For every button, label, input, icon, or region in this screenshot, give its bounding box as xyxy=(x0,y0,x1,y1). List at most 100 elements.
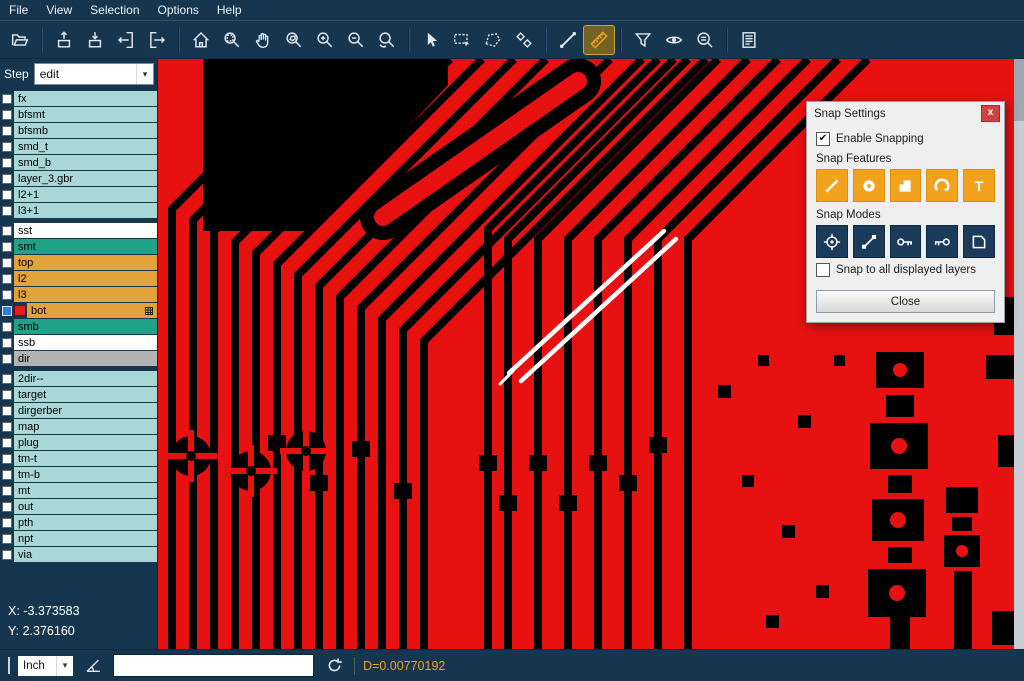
layer-row-sst[interactable]: sst xyxy=(0,223,157,238)
layer-row-top[interactable]: top xyxy=(0,255,157,270)
layer-visibility-checkbox[interactable] xyxy=(0,499,14,514)
menu-file[interactable]: File xyxy=(0,1,37,19)
layer-visibility-checkbox[interactable] xyxy=(0,387,14,402)
layer-row-via[interactable]: via xyxy=(0,547,157,562)
layer-visibility-checkbox[interactable] xyxy=(0,123,14,138)
layer-visibility-checkbox[interactable] xyxy=(0,303,14,318)
snap-mode-endpoint-button[interactable] xyxy=(853,225,885,258)
layer-visibility-checkbox[interactable] xyxy=(0,351,14,366)
layer-visibility-checkbox[interactable] xyxy=(0,187,14,202)
menu-selection[interactable]: Selection xyxy=(81,1,148,19)
layer-row-l2+1[interactable]: l2+1 xyxy=(0,187,157,202)
layer-visibility-checkbox[interactable] xyxy=(0,319,14,334)
layer-visibility-checkbox[interactable] xyxy=(0,171,14,186)
command-input[interactable] xyxy=(113,654,314,677)
enable-snapping-checkbox[interactable]: ✔ Enable Snapping xyxy=(816,132,995,146)
report-button[interactable] xyxy=(734,26,764,54)
zoom-in-button[interactable] xyxy=(310,26,340,54)
layer-visibility-checkbox[interactable] xyxy=(0,91,14,106)
import-layers-button[interactable] xyxy=(49,26,79,54)
angle-tool-button[interactable] xyxy=(81,654,105,678)
layer-row-plug[interactable]: plug xyxy=(0,435,157,450)
layer-row-dir[interactable]: dir xyxy=(0,351,157,366)
layer-row-bfsmt[interactable]: bfsmt xyxy=(0,107,157,122)
select-pointer-button[interactable] xyxy=(416,26,446,54)
select-multiple-button[interactable] xyxy=(509,26,539,54)
layer-visibility-checkbox[interactable] xyxy=(0,255,14,270)
zoom-previous-button[interactable] xyxy=(372,26,402,54)
snap-mode-slot-right-button[interactable] xyxy=(926,225,958,258)
layer-visibility-checkbox[interactable] xyxy=(0,287,14,302)
save-job-button[interactable] xyxy=(142,26,172,54)
zoom-out-button[interactable] xyxy=(341,26,371,54)
layer-visibility-checkbox[interactable] xyxy=(0,271,14,286)
gerber-canvas[interactable]: Snap Settings x ✔ Enable Snapping Snap F… xyxy=(158,59,1024,649)
layer-row-pth[interactable]: pth xyxy=(0,515,157,530)
layer-visibility-checkbox[interactable] xyxy=(0,203,14,218)
scrollbar-thumb[interactable] xyxy=(1014,59,1024,121)
layer-visibility-checkbox[interactable] xyxy=(0,335,14,350)
select-rectangle-button[interactable] xyxy=(447,26,477,54)
layer-row-dirgerber[interactable]: dirgerber xyxy=(0,403,157,418)
dialog-titlebar[interactable]: Snap Settings x xyxy=(807,102,1004,125)
snap-to-line-button[interactable] xyxy=(816,169,848,202)
layer-visibility-checkbox[interactable] xyxy=(0,107,14,122)
snap-mode-outline-button[interactable] xyxy=(963,225,995,258)
snap-all-layers-checkbox[interactable]: Snap to all displayed layers xyxy=(816,263,995,277)
layer-row-l3[interactable]: l3 xyxy=(0,287,157,302)
layer-row-target[interactable]: target xyxy=(0,387,157,402)
snap-to-corner-button[interactable] xyxy=(890,169,922,202)
load-job-button[interactable] xyxy=(111,26,141,54)
snap-to-text-button[interactable]: T xyxy=(963,169,995,202)
menu-view[interactable]: View xyxy=(37,1,81,19)
menu-help[interactable]: Help xyxy=(208,1,251,19)
layer-visibility-checkbox[interactable] xyxy=(0,403,14,418)
close-button[interactable]: Close xyxy=(816,290,995,313)
layer-visibility-checkbox[interactable] xyxy=(0,451,14,466)
step-select[interactable]: edit ▾ xyxy=(34,63,154,85)
layer-visibility-checkbox[interactable] xyxy=(0,139,14,154)
snap-to-pad-button[interactable] xyxy=(853,169,885,202)
vertical-scrollbar[interactable] xyxy=(1014,59,1024,649)
layer-row-npt[interactable]: npt xyxy=(0,531,157,546)
layer-row-smt[interactable]: smt xyxy=(0,239,157,254)
layer-visibility-checkbox[interactable] xyxy=(0,515,14,530)
layer-row-ssb[interactable]: ssb xyxy=(0,335,157,350)
layer-row-2dir--[interactable]: 2dir-- xyxy=(0,371,157,386)
layer-visibility-checkbox[interactable] xyxy=(0,531,14,546)
layer-visibility-checkbox[interactable] xyxy=(0,239,14,254)
export-layers-button[interactable] xyxy=(80,26,110,54)
dialog-close-icon[interactable]: x xyxy=(981,105,1000,122)
layer-row-map[interactable]: map xyxy=(0,419,157,434)
layer-visibility-checkbox[interactable] xyxy=(0,371,14,386)
layer-visibility-checkbox[interactable] xyxy=(0,435,14,450)
layer-row-l2[interactable]: l2 xyxy=(0,271,157,286)
open-file-button[interactable] xyxy=(5,26,35,54)
snap-to-arc-button[interactable] xyxy=(926,169,958,202)
snap-mode-slot-left-button[interactable] xyxy=(890,225,922,258)
view-options-button[interactable] xyxy=(659,26,689,54)
layer-visibility-checkbox[interactable] xyxy=(0,419,14,434)
layer-visibility-checkbox[interactable] xyxy=(0,467,14,482)
find-net-button[interactable] xyxy=(690,26,720,54)
layer-row-tm-t[interactable]: tm-t xyxy=(0,451,157,466)
refresh-icon[interactable] xyxy=(322,654,346,678)
select-polygon-button[interactable] xyxy=(478,26,508,54)
layer-visibility-checkbox[interactable] xyxy=(0,155,14,170)
layer-row-smd_b[interactable]: smd_b xyxy=(0,155,157,170)
layer-row-layer_3.gbr[interactable]: layer_3.gbr xyxy=(0,171,157,186)
layer-visibility-checkbox[interactable] xyxy=(0,483,14,498)
layer-row-bfsmb[interactable]: bfsmb xyxy=(0,123,157,138)
zoom-polygon-button[interactable] xyxy=(279,26,309,54)
layer-row-smb[interactable]: smb xyxy=(0,319,157,334)
filter-button[interactable] xyxy=(628,26,658,54)
layer-row-mt[interactable]: mt xyxy=(0,483,157,498)
layer-row-tm-b[interactable]: tm-b xyxy=(0,467,157,482)
zoom-home-button[interactable] xyxy=(186,26,216,54)
layer-visibility-checkbox[interactable] xyxy=(0,547,14,562)
unit-select[interactable]: Inch ▾ xyxy=(18,656,73,676)
layer-row-bot[interactable]: bot xyxy=(0,303,157,318)
zoom-window-button[interactable] xyxy=(217,26,247,54)
measure-button[interactable] xyxy=(584,26,614,54)
pan-button[interactable] xyxy=(248,26,278,54)
